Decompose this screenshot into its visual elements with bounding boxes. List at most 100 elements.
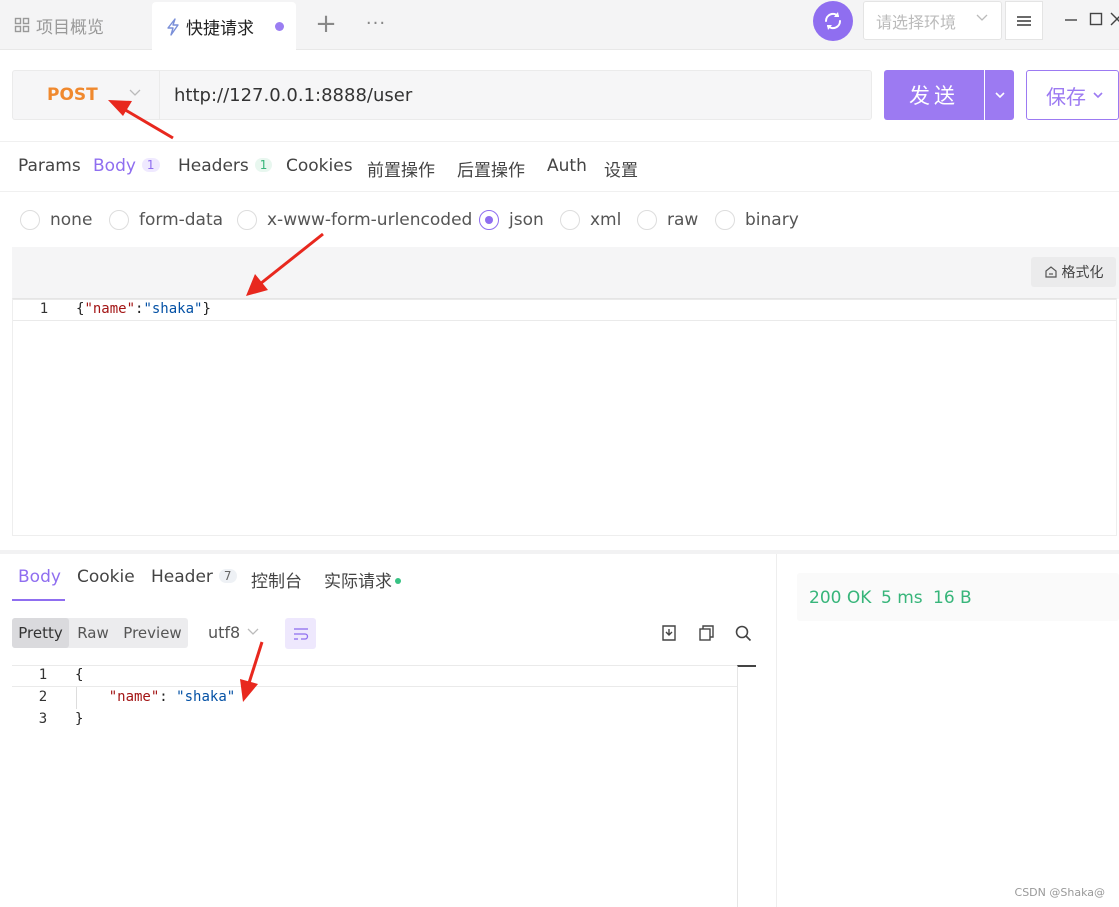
- line-number: 2: [38, 689, 48, 705]
- radio-raw[interactable]: raw: [637, 210, 698, 230]
- chevron-down-icon: [128, 85, 142, 103]
- copy-icon: [699, 625, 714, 641]
- minimize-button[interactable]: [1061, 8, 1081, 30]
- wrap-icon: [293, 627, 308, 640]
- download-button[interactable]: [659, 623, 679, 643]
- active-line-highlight: [12, 665, 737, 687]
- tab-params-label: Params: [18, 156, 81, 176]
- radio-urlencoded-label: x-www-form-urlencoded: [267, 210, 473, 230]
- response-tab-cookie[interactable]: Cookie: [77, 567, 135, 587]
- radio-circle: [20, 210, 40, 230]
- watermark: CSDN @Shaka@: [1014, 886, 1105, 899]
- chevron-down-icon: [994, 92, 1005, 99]
- radio-circle: [560, 210, 580, 230]
- tab-settings[interactable]: 设置: [604, 156, 638, 181]
- radio-none[interactable]: none: [20, 210, 92, 230]
- tab-cookies[interactable]: Cookies: [286, 156, 353, 176]
- response-code-line: "name": "shaka": [108, 689, 236, 705]
- unsaved-dot: [275, 22, 284, 31]
- radio-none-label: none: [50, 210, 93, 230]
- close-button[interactable]: [1110, 8, 1119, 30]
- request-tabs: Params Body 1 Headers 1 Cookies 前置操作 后置操作 …: [0, 141, 1119, 192]
- response-tab-header-label: Header: [151, 567, 213, 587]
- sync-icon: [824, 12, 842, 30]
- response-tab-actual-request-label: 实际请求: [324, 572, 392, 592]
- response-body-viewer[interactable]: 1 2 3 { "name": "shaka" }: [12, 665, 756, 907]
- word-wrap-button[interactable]: [285, 618, 316, 649]
- tab-post-request-label: 后置操作: [457, 161, 525, 181]
- send-options-button[interactable]: [985, 70, 1014, 120]
- panel-divider[interactable]: [0, 550, 1119, 554]
- url-input[interactable]: http://127.0.0.1:8888/user: [159, 70, 872, 120]
- format-button[interactable]: 格式化: [1031, 257, 1116, 287]
- response-code-line: }: [75, 711, 84, 727]
- radio-json[interactable]: json: [479, 210, 544, 230]
- view-preview-button[interactable]: Preview: [117, 618, 188, 648]
- radio-binary[interactable]: binary: [715, 210, 799, 230]
- view-mode-group: Pretty Raw Preview: [12, 618, 188, 648]
- format-label: 格式化: [1061, 265, 1104, 281]
- environment-select[interactable]: 请选择环境: [863, 1, 1002, 40]
- minimize-icon: [1065, 19, 1077, 21]
- encoding-select[interactable]: utf8: [208, 623, 240, 642]
- line-number: 1: [39, 301, 49, 317]
- radio-circle: [237, 210, 257, 230]
- tab-project-overview-label: 项目概览: [36, 17, 104, 38]
- tab-quick-request[interactable]: 快捷请求: [152, 2, 296, 51]
- add-tab-button[interactable]: +: [312, 10, 340, 38]
- tab-post-request[interactable]: 后置操作: [457, 156, 525, 181]
- lightning-icon: [167, 17, 179, 36]
- radio-xml-label: xml: [590, 210, 622, 230]
- send-button[interactable]: 发送: [884, 70, 984, 120]
- tab-project-overview[interactable]: 项目概览: [0, 0, 150, 50]
- radio-raw-label: raw: [667, 210, 699, 230]
- tab-auth[interactable]: Auth: [547, 156, 587, 176]
- menu-button[interactable]: [1005, 1, 1043, 40]
- indent-guide: [76, 687, 77, 709]
- search-button[interactable]: [733, 623, 753, 643]
- response-divider[interactable]: [776, 554, 777, 907]
- method-select[interactable]: POST: [12, 70, 159, 120]
- method-label: POST: [47, 85, 98, 105]
- more-tabs-button[interactable]: ···: [362, 10, 390, 38]
- tab-pre-request[interactable]: 前置操作: [367, 156, 435, 181]
- radio-form-data[interactable]: form-data: [109, 210, 223, 230]
- format-icon: [1044, 266, 1057, 278]
- view-raw-button[interactable]: Raw: [69, 618, 117, 648]
- tab-cookies-label: Cookies: [286, 156, 353, 176]
- editor-toolbar: [12, 247, 1119, 299]
- view-pretty-button[interactable]: Pretty: [12, 618, 69, 648]
- radio-circle: [109, 210, 129, 230]
- tab-pre-request-label: 前置操作: [367, 161, 435, 181]
- copy-button[interactable]: [696, 623, 716, 643]
- radio-circle: [637, 210, 657, 230]
- tab-body[interactable]: Body 1: [93, 156, 160, 176]
- save-button[interactable]: 保存: [1026, 70, 1119, 120]
- response-tab-console[interactable]: 控制台: [251, 567, 302, 592]
- request-body-code: {"name":"shaka"}: [76, 301, 211, 317]
- request-body-editor[interactable]: 1 {"name":"shaka"}: [12, 298, 1117, 536]
- status-dot: [395, 578, 401, 584]
- chevron-down-icon: [975, 10, 989, 28]
- tab-params[interactable]: Params: [18, 156, 81, 176]
- radio-x-www-form-urlencoded[interactable]: x-www-form-urlencoded: [237, 210, 472, 230]
- environment-placeholder: 请选择环境: [876, 12, 957, 32]
- radio-circle-selected: [479, 210, 499, 230]
- tab-headers[interactable]: Headers 1: [178, 156, 273, 176]
- response-tab-header[interactable]: Header 7: [151, 567, 237, 587]
- sync-button[interactable]: [813, 1, 853, 41]
- response-tab-actual-request[interactable]: 实际请求: [324, 567, 401, 592]
- maximize-icon: [1089, 12, 1103, 26]
- tab-headers-label: Headers: [178, 156, 249, 176]
- scrollbar[interactable]: [737, 665, 756, 907]
- response-tab-body[interactable]: Body: [18, 567, 61, 587]
- chevron-down-icon: [1093, 92, 1103, 99]
- tab-auth-label: Auth: [547, 156, 587, 176]
- response-code-line: {: [75, 667, 84, 683]
- body-count-badge: 1: [141, 158, 160, 172]
- save-label: 保存: [1046, 84, 1086, 109]
- maximize-button[interactable]: [1086, 8, 1106, 30]
- grid-icon: [14, 17, 30, 33]
- url-value: http://127.0.0.1:8888/user: [174, 84, 413, 106]
- radio-xml[interactable]: xml: [560, 210, 621, 230]
